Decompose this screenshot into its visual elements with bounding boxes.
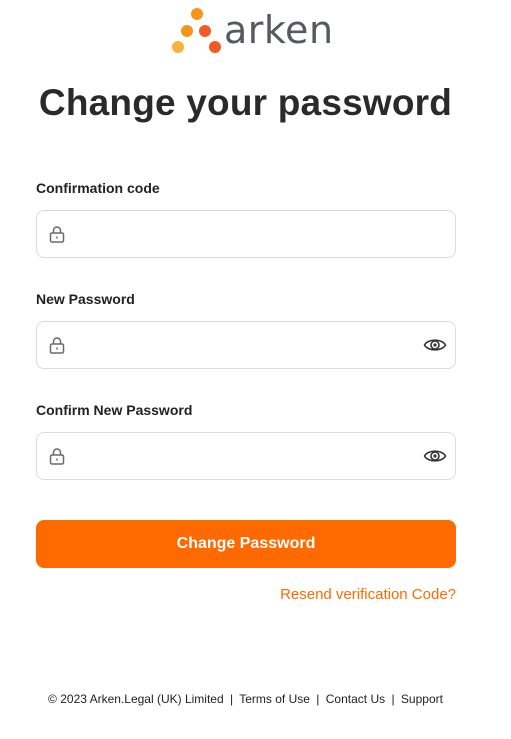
lock-icon (49, 337, 65, 354)
page-title: Change your password (38, 82, 453, 123)
logo-dots-icon (172, 8, 221, 53)
confirm-password-label: Confirm New Password (36, 402, 193, 418)
footer-separator: | (391, 692, 395, 706)
support-link[interactable]: Support (401, 692, 443, 706)
footer-copyright: © 2023 Arken.Legal (UK) Limited (48, 692, 224, 706)
change-password-button[interactable]: Change Password (36, 520, 456, 568)
brand-logo: arken (170, 6, 333, 56)
confirm-password-field[interactable] (36, 432, 456, 480)
confirmation-code-field[interactable] (36, 210, 456, 258)
brand-name: arken (224, 8, 334, 52)
contact-us-link[interactable]: Contact Us (326, 692, 385, 706)
new-password-field[interactable] (36, 321, 456, 369)
footer: © 2023 Arken.Legal (UK) Limited | Terms … (0, 692, 491, 706)
new-password-input[interactable] (77, 322, 417, 368)
footer-separator: | (316, 692, 320, 706)
footer-separator: | (230, 692, 234, 706)
resend-verification-link[interactable]: Resend verification Code? (280, 586, 456, 603)
terms-of-use-link[interactable]: Terms of Use (239, 692, 310, 706)
confirmation-code-label: Confirmation code (36, 180, 160, 196)
lock-icon (49, 226, 65, 243)
confirm-password-input[interactable] (77, 433, 417, 479)
lock-icon (49, 448, 65, 465)
new-password-label: New Password (36, 291, 135, 307)
eye-icon[interactable] (423, 444, 447, 468)
confirmation-code-input[interactable] (77, 211, 417, 257)
eye-icon[interactable] (423, 333, 447, 357)
